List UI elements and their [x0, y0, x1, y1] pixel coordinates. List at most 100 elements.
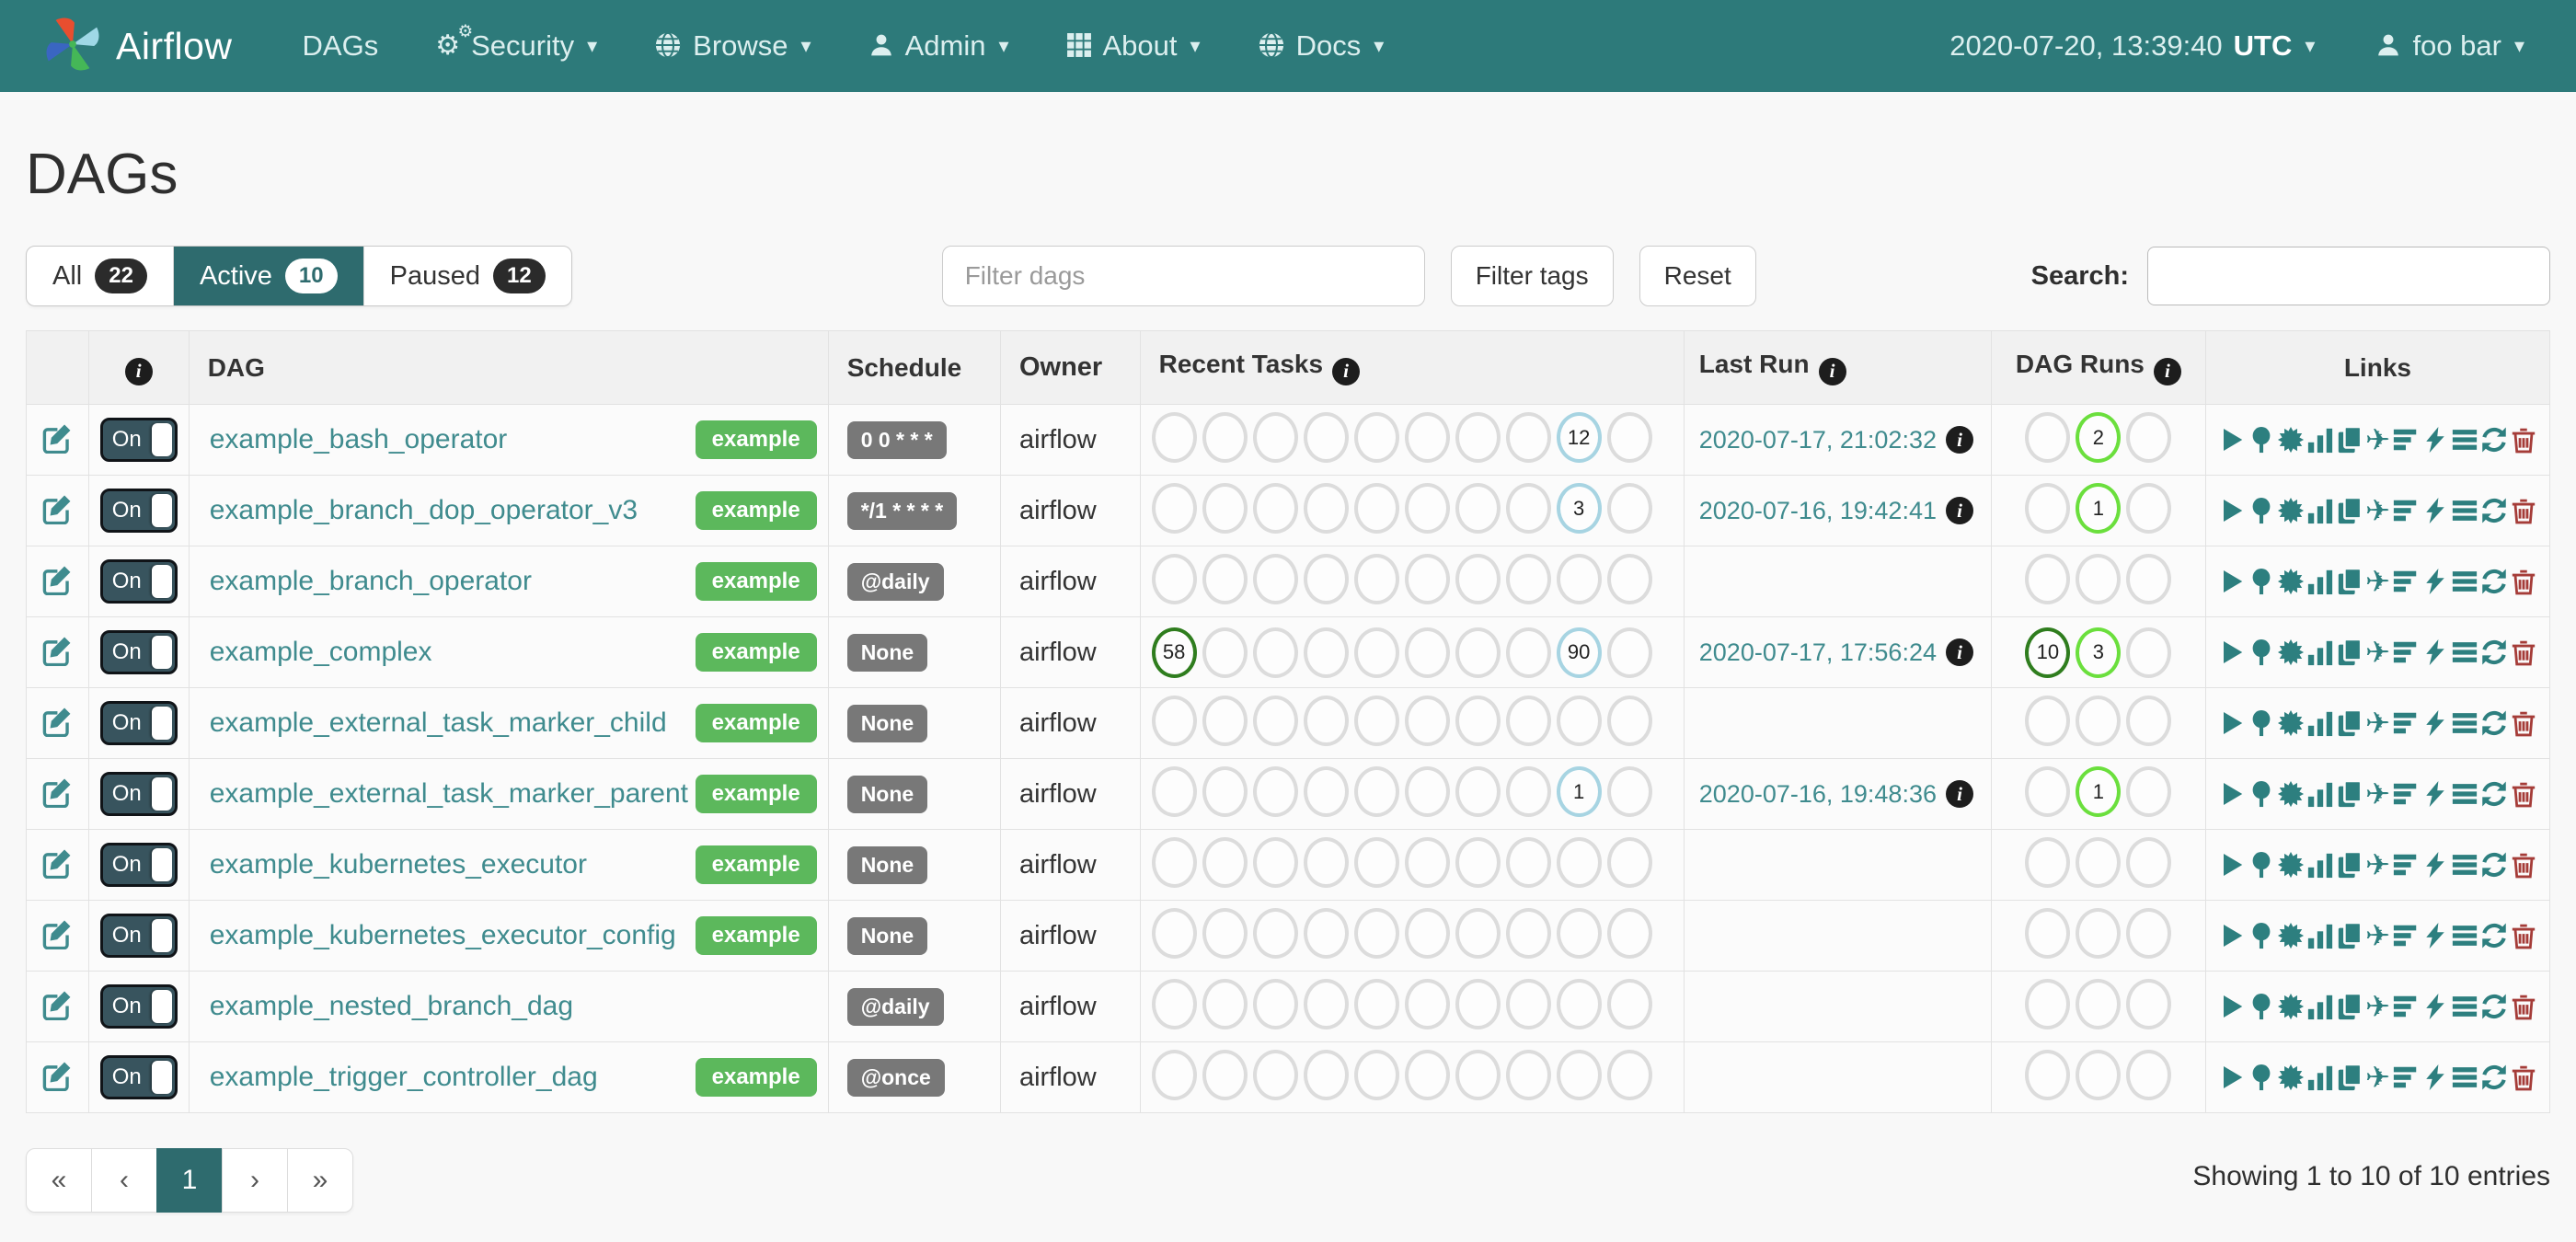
dag-on-off-toggle[interactable]: On — [100, 559, 178, 604]
task-state-circle-empty[interactable] — [1455, 908, 1501, 959]
task-state-circle[interactable]: 1 — [2076, 483, 2121, 534]
dag-tag-badge[interactable]: example — [696, 420, 817, 459]
task-state-circle-empty[interactable] — [1354, 837, 1399, 888]
task-state-circle-empty[interactable] — [1202, 696, 1248, 746]
landing-times-icon[interactable]: ✈ — [2365, 776, 2390, 811]
delete-dag-icon[interactable] — [2510, 709, 2537, 741]
graph-view-icon[interactable] — [2277, 568, 2305, 599]
graph-view-icon[interactable] — [2277, 993, 2305, 1024]
delete-dag-icon[interactable] — [2510, 497, 2537, 528]
task-tries-icon[interactable] — [2336, 497, 2363, 528]
task-state-circle-empty[interactable] — [1405, 554, 1450, 604]
task-state-circle-empty[interactable] — [2025, 483, 2070, 534]
tab-all[interactable]: All 22 — [27, 247, 174, 305]
task-state-circle-empty[interactable] — [1202, 1050, 1248, 1100]
task-state-circle-empty[interactable] — [1253, 554, 1298, 604]
code-view-icon[interactable] — [2421, 993, 2449, 1024]
refresh-dag-icon[interactable] — [2480, 851, 2508, 882]
log-list-icon[interactable] — [2451, 922, 2478, 953]
task-state-circle-empty[interactable] — [1253, 696, 1298, 746]
dag-name-link[interactable]: example_external_task_marker_child — [201, 707, 667, 739]
user-menu[interactable]: foo bar ▾ — [2375, 29, 2524, 63]
task-state-circle-empty[interactable] — [1253, 766, 1298, 817]
task-state-circle-empty[interactable] — [1455, 766, 1501, 817]
task-state-circle-empty[interactable] — [1607, 766, 1652, 817]
landing-times-icon[interactable]: ✈ — [2365, 493, 2390, 528]
dag-name-link[interactable]: example_complex — [201, 637, 432, 668]
code-view-icon[interactable] — [2421, 568, 2449, 599]
task-state-circle-empty[interactable] — [2025, 837, 2070, 888]
task-state-circle-empty[interactable] — [1354, 696, 1399, 746]
edit-dag-icon[interactable] — [41, 989, 73, 1024]
tree-view-icon[interactable] — [2248, 638, 2275, 670]
task-duration-icon[interactable] — [2306, 993, 2334, 1024]
graph-view-icon[interactable] — [2277, 497, 2305, 528]
trigger-dag-icon[interactable] — [2218, 709, 2246, 741]
task-state-circle-empty[interactable] — [1607, 412, 1652, 463]
trigger-dag-icon[interactable] — [2218, 922, 2246, 953]
task-state-circle-empty[interactable] — [1405, 696, 1450, 746]
gantt-view-icon[interactable] — [2392, 780, 2420, 811]
airflow-brand[interactable]: Airflow — [44, 16, 233, 75]
task-state-circle-empty[interactable] — [1607, 908, 1652, 959]
task-state-circle-empty[interactable] — [1202, 766, 1248, 817]
task-tries-icon[interactable] — [2336, 568, 2363, 599]
tree-view-icon[interactable] — [2248, 922, 2275, 953]
graph-view-icon[interactable] — [2277, 851, 2305, 882]
task-state-circle-empty[interactable] — [1557, 554, 1602, 604]
tab-paused[interactable]: Paused 12 — [364, 247, 571, 305]
task-state-circle-empty[interactable] — [1304, 766, 1349, 817]
gantt-view-icon[interactable] — [2392, 638, 2420, 670]
edit-dag-icon[interactable] — [41, 776, 73, 811]
task-tries-icon[interactable] — [2336, 1064, 2363, 1095]
task-duration-icon[interactable] — [2306, 922, 2334, 953]
nav-item-docs[interactable]: Docs▾ — [1258, 29, 1385, 63]
dag-name-link[interactable]: example_branch_dop_operator_v3 — [201, 495, 638, 526]
task-state-circle[interactable]: 1 — [1557, 766, 1602, 817]
landing-times-icon[interactable]: ✈ — [2365, 918, 2390, 953]
task-state-circle-empty[interactable] — [2025, 766, 2070, 817]
task-state-circle-empty[interactable] — [2126, 696, 2171, 746]
dag-name-link[interactable]: example_branch_operator — [201, 566, 532, 597]
task-state-circle-empty[interactable] — [1152, 554, 1197, 604]
graph-view-icon[interactable] — [2277, 922, 2305, 953]
task-state-circle[interactable]: 3 — [2076, 627, 2121, 678]
task-state-circle-empty[interactable] — [1607, 696, 1652, 746]
refresh-dag-icon[interactable] — [2480, 638, 2508, 670]
task-state-circle-empty[interactable] — [1304, 696, 1349, 746]
task-state-circle-empty[interactable] — [1304, 483, 1349, 534]
task-state-circle-empty[interactable] — [1607, 979, 1652, 1029]
dag-tag-badge[interactable]: example — [696, 704, 817, 742]
task-state-circle-empty[interactable] — [1202, 554, 1248, 604]
edit-dag-icon[interactable] — [41, 635, 73, 670]
task-state-circle-empty[interactable] — [1405, 837, 1450, 888]
task-state-circle-empty[interactable] — [1152, 696, 1197, 746]
task-state-circle-empty[interactable] — [1354, 554, 1399, 604]
code-view-icon[interactable] — [2421, 497, 2449, 528]
task-state-circle-empty[interactable] — [2076, 1050, 2121, 1100]
task-duration-icon[interactable] — [2306, 426, 2334, 457]
task-state-circle-empty[interactable] — [1557, 837, 1602, 888]
task-state-circle[interactable]: 90 — [1557, 627, 1602, 678]
task-state-circle-empty[interactable] — [1354, 766, 1399, 817]
log-list-icon[interactable] — [2451, 780, 2478, 811]
task-state-circle-empty[interactable] — [1152, 908, 1197, 959]
graph-view-icon[interactable] — [2277, 780, 2305, 811]
task-tries-icon[interactable] — [2336, 993, 2363, 1024]
trigger-dag-icon[interactable] — [2218, 426, 2246, 457]
task-state-circle-empty[interactable] — [2025, 412, 2070, 463]
task-state-circle-empty[interactable] — [1202, 837, 1248, 888]
edit-dag-icon[interactable] — [41, 422, 73, 457]
task-state-circle[interactable]: 12 — [1557, 412, 1602, 463]
trigger-dag-icon[interactable] — [2218, 993, 2246, 1024]
page-button[interactable]: » — [287, 1148, 353, 1213]
task-state-circle[interactable]: 2 — [2076, 412, 2121, 463]
task-duration-icon[interactable] — [2306, 851, 2334, 882]
log-list-icon[interactable] — [2451, 851, 2478, 882]
gantt-view-icon[interactable] — [2392, 922, 2420, 953]
dag-on-off-toggle[interactable]: On — [100, 772, 178, 816]
task-state-circle-empty[interactable] — [2076, 696, 2121, 746]
dag-on-off-toggle[interactable]: On — [100, 701, 178, 745]
task-state-circle-empty[interactable] — [1354, 979, 1399, 1029]
task-state-circle-empty[interactable] — [1405, 627, 1450, 678]
